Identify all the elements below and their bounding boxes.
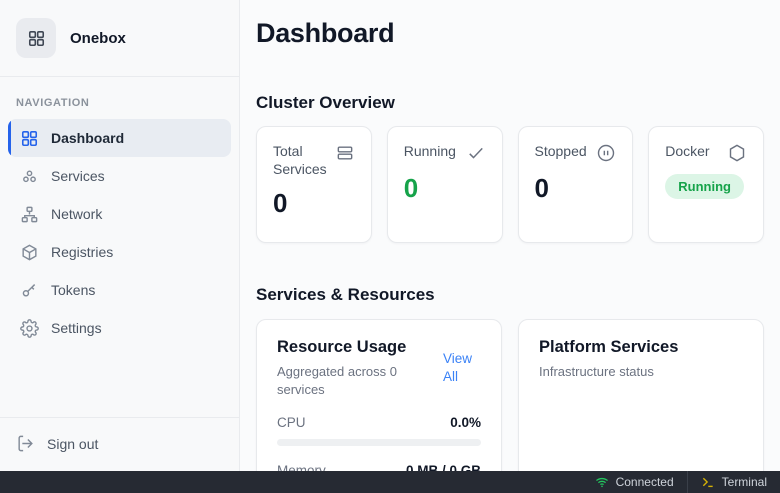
nav-section-label: NAVIGATION xyxy=(0,77,239,119)
logout-icon xyxy=(16,434,35,453)
services-cluster-icon xyxy=(20,167,39,186)
terminal-label: Terminal xyxy=(722,475,767,489)
sidebar-item-services[interactable]: Services xyxy=(8,157,231,195)
view-all-link[interactable]: View All xyxy=(443,338,481,398)
terminal-toggle[interactable]: Terminal xyxy=(687,471,780,493)
services-resources-heading: Services & Resources xyxy=(256,285,764,305)
sign-out-button[interactable]: Sign out xyxy=(16,434,223,453)
resource-usage-title: Resource Usage xyxy=(277,338,427,357)
platform-services-subtitle: Infrastructure status xyxy=(539,363,678,381)
grid-icon xyxy=(27,29,46,48)
stat-value: 0 xyxy=(273,188,355,219)
sidebar-item-label: Dashboard xyxy=(51,130,124,146)
sidebar-item-registries[interactable]: Registries xyxy=(8,233,231,271)
sidebar-item-settings[interactable]: Settings xyxy=(8,309,231,347)
cpu-label: CPU xyxy=(277,415,306,430)
dashboard-grid-icon xyxy=(20,129,39,148)
resource-usage-subtitle: Aggregated across 0 services xyxy=(277,363,427,398)
cpu-value: 0.0% xyxy=(450,415,481,430)
sidebar-item-label: Network xyxy=(51,206,102,222)
network-tree-icon xyxy=(20,205,39,224)
sidebar-nav: Dashboard Services Network xyxy=(0,119,239,347)
main-content: Dashboard Cluster Overview Total Service… xyxy=(240,0,780,493)
wifi-icon xyxy=(595,475,609,489)
stat-label: Docker xyxy=(665,142,709,163)
connection-label: Connected xyxy=(616,475,674,489)
stopped-card: Stopped 0 xyxy=(518,126,634,243)
onebox-logo xyxy=(16,18,56,58)
hexagon-icon xyxy=(727,143,747,163)
page-title: Dashboard xyxy=(256,18,764,49)
connection-status: Connected xyxy=(582,471,687,493)
platform-services-card: Platform Services Infrastructure status xyxy=(518,319,764,493)
check-icon xyxy=(466,143,486,163)
sign-out-label: Sign out xyxy=(47,436,98,452)
total-services-card: Total Services 0 xyxy=(256,126,372,243)
docker-status-badge: Running xyxy=(665,174,744,199)
server-icon xyxy=(335,143,355,178)
stat-value: 0 xyxy=(404,173,486,204)
running-card: Running 0 xyxy=(387,126,503,243)
sidebar-item-label: Services xyxy=(51,168,105,184)
resource-usage-card: Resource Usage Aggregated across 0 servi… xyxy=(256,319,502,493)
sidebar-item-label: Registries xyxy=(51,244,113,260)
sidebar-item-dashboard[interactable]: Dashboard xyxy=(8,119,231,157)
sidebar-item-network[interactable]: Network xyxy=(8,195,231,233)
sidebar-item-label: Settings xyxy=(51,320,102,336)
status-bar: Connected Terminal xyxy=(0,471,780,493)
cluster-overview-heading: Cluster Overview xyxy=(256,93,764,113)
cpu-progress-track xyxy=(277,439,481,446)
sidebar-footer: Sign out xyxy=(0,417,239,471)
platform-services-title: Platform Services xyxy=(539,338,678,357)
brand: Onebox xyxy=(0,0,239,77)
sidebar-item-tokens[interactable]: Tokens xyxy=(8,271,231,309)
gear-icon xyxy=(20,319,39,338)
stat-label: Stopped xyxy=(535,142,587,163)
cpu-metric: CPU 0.0% xyxy=(277,415,481,446)
package-icon xyxy=(20,243,39,262)
sidebar: Onebox NAVIGATION Dashboard Services xyxy=(0,0,240,471)
cluster-cards: Total Services 0 Running 0 xyxy=(256,126,764,243)
sidebar-item-label: Tokens xyxy=(51,282,95,298)
stat-label: Running xyxy=(404,142,456,163)
brand-name: Onebox xyxy=(70,30,126,47)
docker-card: Docker Running xyxy=(648,126,764,243)
terminal-prompt-icon xyxy=(701,475,715,489)
stat-label: Total Services xyxy=(273,142,327,178)
services-resources-cards: Resource Usage Aggregated across 0 servi… xyxy=(256,319,764,493)
pause-circle-icon xyxy=(596,143,616,163)
key-icon xyxy=(20,281,39,300)
stat-value: 0 xyxy=(535,173,617,204)
